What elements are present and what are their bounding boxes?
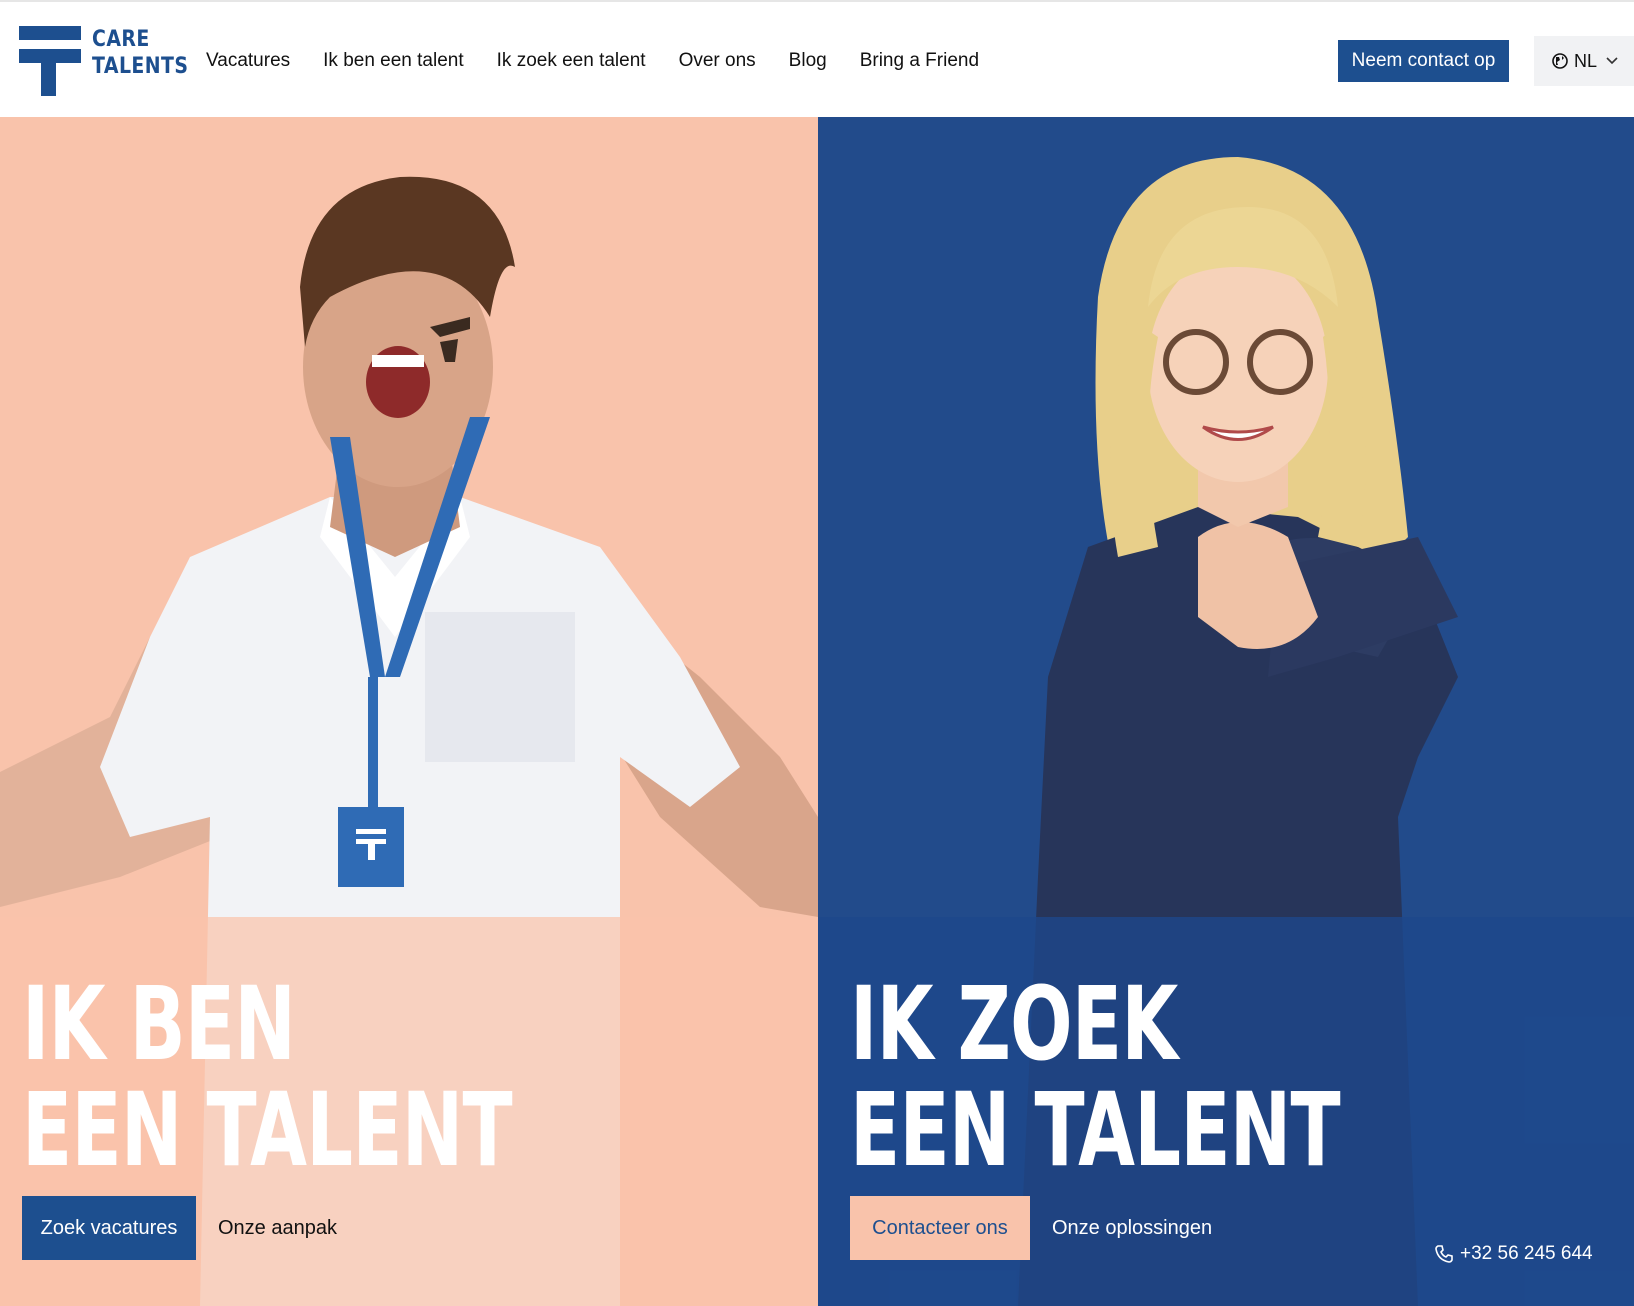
employer-panel: IK ZOEK EEN TALENT Contacteer ons Onze o… bbox=[818, 117, 1634, 1306]
globe-icon bbox=[1552, 53, 1568, 69]
our-solutions-link[interactable]: Onze oplossingen bbox=[1052, 1196, 1212, 1260]
site-header: CARE TALENTS Vacatures Ik ben een talent… bbox=[0, 0, 1634, 117]
search-vacancies-button[interactable]: Zoek vacatures bbox=[22, 1196, 196, 1260]
employer-headline: IK ZOEK EEN TALENT bbox=[850, 965, 1341, 1190]
employer-headline-line-2: EEN TALENT bbox=[850, 1071, 1341, 1190]
nav-item-ik-zoek-een-talent[interactable]: Ik zoek een talent bbox=[497, 46, 646, 76]
talent-headline-line-2: EEN TALENT bbox=[22, 1071, 513, 1190]
talent-headline-line-1: IK BEN bbox=[22, 965, 296, 1084]
employer-headline-line-1: IK ZOEK bbox=[850, 965, 1178, 1084]
our-approach-link[interactable]: Onze aanpak bbox=[218, 1196, 337, 1260]
contact-button[interactable]: Neem contact op bbox=[1338, 40, 1509, 82]
phone-number: +32 56 245 644 bbox=[1460, 1243, 1593, 1264]
nav-item-ik-ben-een-talent[interactable]: Ik ben een talent bbox=[323, 46, 464, 76]
language-label: NL bbox=[1574, 51, 1598, 71]
logo-mark-icon bbox=[19, 26, 81, 96]
contact-us-button[interactable]: Contacteer ons bbox=[850, 1196, 1030, 1260]
nav-item-over-ons[interactable]: Over ons bbox=[679, 46, 756, 76]
talent-headline: IK BEN EEN TALENT bbox=[22, 965, 513, 1190]
main-navigation: Vacatures Ik ben een talent Ik zoek een … bbox=[206, 46, 1012, 76]
nav-item-bring-a-friend[interactable]: Bring a Friend bbox=[860, 46, 979, 76]
chevron-down-icon bbox=[1606, 57, 1618, 65]
care-talents-logo[interactable]: CARE TALENTS bbox=[19, 26, 189, 96]
nav-item-vacatures[interactable]: Vacatures bbox=[206, 46, 290, 76]
logo-wordmark: CARE TALENTS bbox=[92, 26, 189, 80]
language-selector[interactable]: NL bbox=[1534, 36, 1634, 86]
phone-icon bbox=[1435, 1245, 1453, 1263]
logo-line-2: TALENTS bbox=[92, 54, 189, 79]
nav-item-blog[interactable]: Blog bbox=[789, 46, 827, 76]
talent-panel: IK BEN EEN TALENT Zoek vacatures Onze aa… bbox=[0, 117, 818, 1306]
phone-link[interactable]: +32 56 245 644 bbox=[1422, 1232, 1612, 1276]
logo-line-1: CARE bbox=[92, 27, 150, 52]
